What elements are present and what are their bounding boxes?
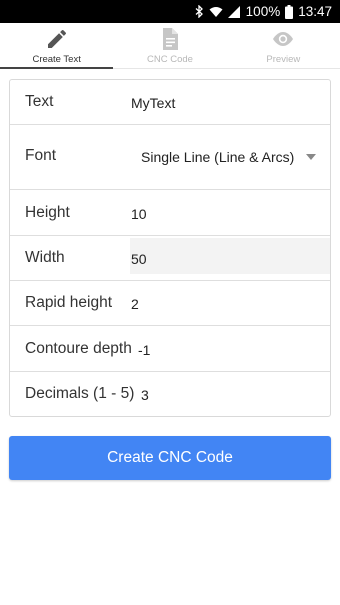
text-row: Text MyText bbox=[10, 80, 330, 125]
width-input[interactable]: 50 bbox=[131, 251, 147, 267]
bluetooth-icon bbox=[195, 5, 204, 18]
battery-percent: 100% bbox=[245, 4, 281, 19]
font-label: Font bbox=[25, 147, 57, 164]
tab-label: CNC Code bbox=[147, 54, 193, 65]
width-input-background bbox=[130, 238, 330, 274]
rapid-height-label: Rapid height bbox=[25, 294, 113, 311]
height-input[interactable]: 10 bbox=[131, 206, 147, 222]
tab-preview[interactable]: Preview bbox=[227, 23, 340, 68]
text-label: Text bbox=[25, 93, 54, 110]
width-row: Width 50 bbox=[10, 236, 330, 281]
tab-bar: Create Text CNC Code Preview bbox=[0, 23, 340, 69]
tab-label: Preview bbox=[266, 54, 301, 65]
text-input[interactable]: MyText bbox=[131, 95, 175, 111]
status-bar: 100% 13:47 bbox=[0, 0, 340, 23]
pencil-icon bbox=[45, 27, 69, 51]
battery-icon bbox=[285, 4, 294, 19]
font-row: Font Single Line (Line & Arcs) bbox=[10, 125, 330, 190]
width-label: Width bbox=[25, 249, 65, 266]
create-cnc-code-button[interactable]: Create CNC Code bbox=[9, 436, 331, 480]
decimals-input[interactable]: 3 bbox=[141, 387, 149, 403]
text-settings-form: Text MyText Font Single Line (Line & Arc… bbox=[9, 79, 331, 417]
tab-cnc-code[interactable]: CNC Code bbox=[113, 23, 226, 68]
clock: 13:47 bbox=[298, 4, 332, 19]
font-select[interactable]: Single Line (Line & Arcs) bbox=[141, 149, 294, 165]
eye-icon bbox=[270, 27, 296, 51]
signal-icon bbox=[227, 5, 241, 18]
height-label: Height bbox=[25, 204, 70, 221]
decimals-row: Decimals (1 - 5) 3 bbox=[10, 372, 330, 416]
height-row: Height 10 bbox=[10, 190, 330, 236]
contour-depth-label: Contoure depth bbox=[25, 340, 132, 357]
rapid-height-row: Rapid height 2 bbox=[10, 281, 330, 326]
document-icon bbox=[160, 27, 180, 51]
chevron-down-icon[interactable] bbox=[306, 154, 316, 160]
tab-create-text[interactable]: Create Text bbox=[0, 23, 114, 69]
tab-label: Create Text bbox=[32, 54, 81, 65]
rapid-height-input[interactable]: 2 bbox=[131, 296, 139, 312]
contour-depth-row: Contoure depth -1 bbox=[10, 326, 330, 372]
contour-depth-input[interactable]: -1 bbox=[138, 342, 150, 358]
status-icons: 100% 13:47 bbox=[195, 3, 332, 20]
wifi-icon bbox=[209, 6, 223, 18]
decimals-label: Decimals (1 - 5) bbox=[25, 385, 135, 402]
